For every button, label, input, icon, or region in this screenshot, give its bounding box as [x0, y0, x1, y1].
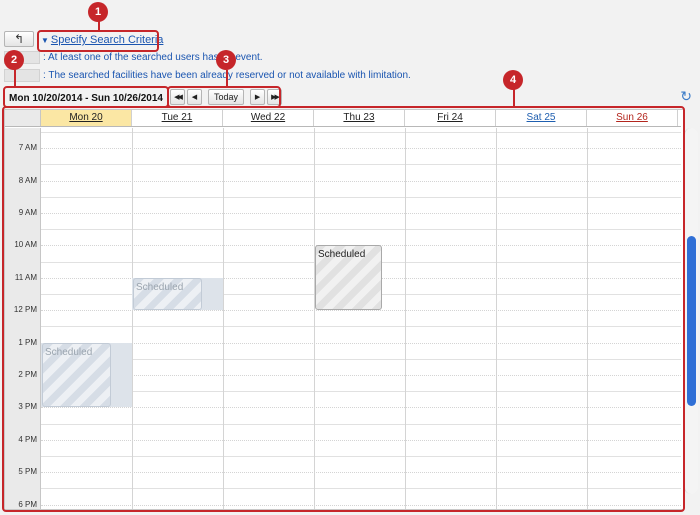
callout-badge-2: 2 [4, 50, 24, 70]
scrollbar-thumb[interactable] [687, 236, 696, 406]
callout-box-1 [37, 30, 159, 52]
callout-stem-4 [513, 89, 515, 106]
callout-box-3 [167, 86, 281, 108]
legend-facility-row: : The searched facilities have been alre… [4, 68, 411, 82]
callout-badge-3: 3 [216, 50, 236, 70]
callout-stem-3 [226, 70, 228, 86]
legend-swatch-facility [4, 68, 40, 82]
back-arrow-icon: ↰ [13, 32, 25, 46]
refresh-icon[interactable]: ↻ [680, 88, 692, 105]
callout-box-2 [3, 86, 169, 108]
callout-box-4 [2, 106, 685, 512]
callout-badge-1: 1 [88, 2, 108, 22]
calendar-scrollbar[interactable] [684, 128, 698, 494]
back-button[interactable]: ↰ [4, 31, 34, 47]
callout-badge-4: 4 [503, 70, 523, 90]
